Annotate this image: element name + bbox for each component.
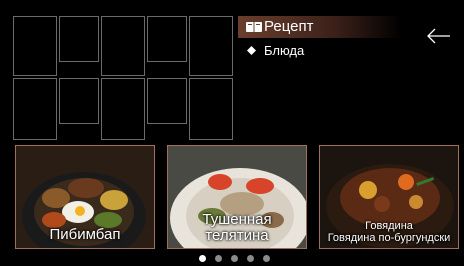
card-label-stewed-veal: Тушенная телятина [202, 211, 272, 244]
grid-tile-8[interactable] [101, 78, 145, 140]
grid-tile-3[interactable] [101, 16, 145, 76]
diamond-icon [247, 46, 256, 55]
grid-tile-5[interactable] [189, 16, 233, 76]
page-dot-5[interactable] [263, 255, 270, 262]
page-dot-2[interactable] [215, 255, 222, 262]
pagination [0, 252, 464, 264]
page-dot-1[interactable] [199, 255, 206, 262]
grid-tile-7[interactable] [59, 78, 99, 124]
recipe-card-beef-bourguignon[interactable]: Говядина Говядина по-бургундски [319, 145, 459, 249]
grid-tile-6[interactable] [13, 78, 57, 140]
grid-tile-4[interactable] [147, 16, 187, 62]
page-dot-3[interactable] [231, 255, 238, 262]
card-label-bibimbap: Пибимбап [49, 226, 121, 243]
grid-tile-2[interactable] [59, 16, 99, 62]
grid-tile-9[interactable] [147, 78, 187, 124]
back-arrow-icon[interactable] [426, 26, 452, 46]
grid-tile-1[interactable] [13, 16, 57, 76]
recipe-card-bibimbap[interactable]: Пибимбап [15, 145, 155, 249]
page-dot-4[interactable] [247, 255, 254, 262]
book-icon [246, 22, 262, 32]
grid-tile-10[interactable] [189, 78, 233, 140]
card-label-line2: Говядина по-бургундски [327, 232, 451, 244]
page-title: Рецепт [264, 18, 314, 35]
card-label-line1: Говядина [365, 220, 413, 232]
category-label: Блюда [264, 43, 305, 58]
header-bar [238, 16, 402, 38]
card-label-beef-bourguignon: Говядина Говядина по-бургундски [320, 220, 458, 244]
recipe-card-stewed-veal[interactable]: Тушенная телятина [167, 145, 307, 249]
